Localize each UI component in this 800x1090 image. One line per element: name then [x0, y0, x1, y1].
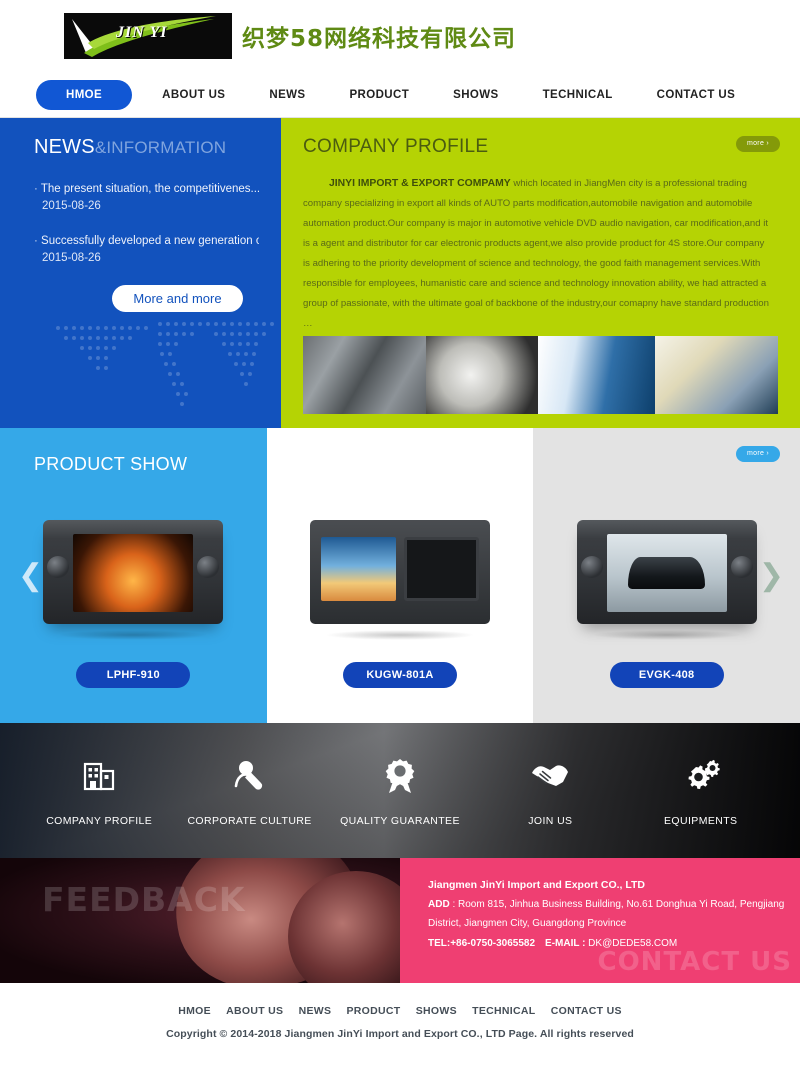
news-item-date: 2015-08-26: [42, 252, 101, 264]
news-heading-sub: &INFORMATION: [94, 138, 227, 157]
news-list-item[interactable]: The present situation, the competitivene…: [34, 181, 259, 215]
contact-address-value: : Room 815, Jinhua Business Building, No…: [428, 899, 785, 929]
nav-item-hmoe[interactable]: HMOE: [36, 79, 133, 110]
contact-tel-value[interactable]: TEL:+86-0750-3065582: [428, 938, 535, 949]
footer-nav-shows[interactable]: SHOWS: [416, 1005, 457, 1017]
dvd-screen: [606, 534, 727, 612]
footer-nav-news[interactable]: NEWS: [299, 1005, 332, 1017]
footer-copyright: Copyright © 2014-2018 Jiangmen JinYi Imp…: [166, 1028, 634, 1040]
dvd-knob-right: [730, 556, 753, 578]
news-item-date: 2015-08-26: [42, 200, 101, 212]
news-panel: NEWS&INFORMATION The present situation, …: [0, 118, 281, 428]
logo-mark-text: JIN YI: [116, 24, 168, 41]
product-shadow: [58, 630, 209, 640]
feature-label: QUALITY GUARANTEE: [340, 814, 460, 827]
news-list: The present situation, the competitivene…: [34, 181, 259, 267]
microphone-icon: [232, 755, 268, 797]
news-and-profile-row: NEWS&INFORMATION The present situation, …: [0, 118, 800, 428]
company-profile-more-button[interactable]: more ›: [736, 136, 780, 152]
contact-address-label: ADD: [428, 899, 450, 910]
nav-item-about-us[interactable]: ABOUT US: [140, 80, 247, 110]
feature-equipments[interactable]: EQUIPMENTS: [631, 755, 771, 827]
footer-nav-product[interactable]: PRODUCT: [347, 1005, 401, 1017]
product-name-button-3[interactable]: EVGK-408: [609, 662, 724, 688]
product-image-2[interactable]: [310, 520, 490, 624]
carousel-prev-arrow-icon[interactable]: ❮: [18, 560, 43, 591]
dvd-screen: [73, 534, 194, 612]
company-profile-panel: COMPANY PROFILE more › JINYI IMPORT & EX…: [281, 118, 800, 428]
product-image-1[interactable]: [43, 520, 224, 624]
footer-nav-about-us[interactable]: ABOUT US: [226, 1005, 283, 1017]
nav-item-product[interactable]: PRODUCT: [327, 80, 431, 110]
feature-join-us[interactable]: JOIN US: [480, 755, 620, 827]
product-shadow: [325, 630, 475, 640]
feature-label: COMPANY PROFILE: [46, 814, 153, 827]
feature-links-row: COMPANY PROFILE CORPORATE CULTURE QUALIT…: [0, 723, 800, 858]
award-ribbon-icon: [383, 755, 417, 797]
contact-tel-email: TEL:+86-0750-3065582 E-MAIL : DK@DEDE58.C…: [428, 934, 800, 953]
product-image-3[interactable]: [576, 520, 757, 624]
logo-mark-icon: JIN YI: [64, 13, 232, 59]
nav-item-contact-us[interactable]: CONTACT US: [635, 80, 758, 110]
dvd-dash-cutout: [403, 536, 480, 602]
auto-parts-image: [303, 336, 427, 414]
feature-quality-guarantee[interactable]: QUALITY GUARANTEE: [330, 755, 470, 827]
product-show-heading: PRODUCT SHOW: [34, 454, 188, 474]
contact-email-label: E-MAIL :: [545, 938, 586, 949]
handshake-icon: [530, 755, 570, 797]
company-profile-body: which located in JiangMen city is a prof…: [303, 178, 769, 329]
feature-label: EQUIPMENTS: [664, 814, 738, 827]
gps-navigation-image: [654, 336, 778, 414]
contact-address: ADD : Room 815, Jinhua Business Building…: [428, 895, 800, 933]
news-item-title[interactable]: The present situation, the competitivene…: [34, 181, 259, 198]
news-list-item[interactable]: Successfully developed a new generation …: [34, 233, 259, 267]
dvd-knob-left: [580, 556, 603, 578]
product-show-row: PRODUCT SHOW ❮ LPHF-910 KUGW-801A more ›…: [0, 428, 800, 723]
carousel-next-arrow-icon[interactable]: ❯: [759, 560, 784, 591]
feature-label: JOIN US: [528, 814, 573, 827]
company-profile-image-strip: [303, 336, 778, 414]
company-profile-text: JINYI IMPORT & EXPORT COMPAMY which loca…: [303, 174, 778, 334]
dvd-screen: [320, 536, 397, 602]
product-show-more-button[interactable]: more ›: [736, 446, 781, 462]
product-shadow: [591, 630, 742, 640]
gears-icon: [682, 755, 720, 797]
footer-nav: HMOE ABOUT US NEWS PRODUCT SHOWS TECHNIC…: [0, 1005, 800, 1017]
logo[interactable]: JIN YI 织梦58网络科技有限公司: [64, 13, 516, 59]
footer-nav-contact-us[interactable]: CONTACT US: [551, 1005, 622, 1017]
nav-item-news[interactable]: NEWS: [247, 80, 327, 110]
company-profile-heading: COMPANY PROFILE: [303, 136, 489, 157]
main-nav: HMOE ABOUT US NEWS PRODUCT SHOWS TECHNIC…: [0, 72, 800, 118]
footer-nav-technical[interactable]: TECHNICAL: [472, 1005, 535, 1017]
news-more-button[interactable]: More and more: [112, 285, 243, 312]
contact-company-name: Jiangmen JinYi Import and Export CO., LT…: [428, 879, 646, 891]
feature-corporate-culture[interactable]: CORPORATE CULTURE: [180, 755, 320, 827]
product-card-3: more › ❯ EVGK-408: [533, 428, 800, 723]
feedback-panel[interactable]: FEEDBACK: [0, 858, 400, 983]
product-name-button-2[interactable]: KUGW-801A: [343, 662, 457, 688]
feature-label: CORPORATE CULTURE: [187, 814, 312, 827]
news-item-title[interactable]: Successfully developed a new generation …: [34, 233, 259, 250]
tech-blue-image: [537, 336, 655, 414]
car-wheel-image: [426, 336, 538, 414]
building-icon: [82, 755, 116, 797]
car-photo: [628, 557, 706, 589]
nav-item-technical[interactable]: TECHNICAL: [521, 80, 635, 110]
site-header: JIN YI 织梦58网络科技有限公司: [0, 0, 800, 72]
contact-email-value[interactable]: DK@DEDE58.COM: [585, 938, 677, 949]
news-heading-main: NEWS: [34, 136, 95, 158]
contact-panel: CONTACT US Jiangmen JinYi Import and Exp…: [400, 858, 800, 983]
feedback-contact-row: FEEDBACK CONTACT US Jiangmen JinYi Impor…: [0, 858, 800, 983]
nav-item-shows[interactable]: SHOWS: [431, 80, 520, 110]
site-footer: HMOE ABOUT US NEWS PRODUCT SHOWS TECHNIC…: [0, 983, 800, 1073]
feedback-watermark: FEEDBACK: [42, 880, 246, 919]
news-heading: NEWS&INFORMATION: [34, 136, 259, 159]
product-name-button-1[interactable]: LPHF-910: [76, 662, 191, 688]
logo-company-name: 织梦58网络科技有限公司: [242, 26, 517, 52]
feature-company-profile[interactable]: COMPANY PROFILE: [29, 755, 169, 827]
footer-nav-hmoe[interactable]: HMOE: [178, 1005, 211, 1017]
product-card-1: PRODUCT SHOW ❮ LPHF-910: [0, 428, 267, 723]
product-card-2: KUGW-801A: [266, 428, 534, 723]
company-profile-lead: JINYI IMPORT & EXPORT COMPAMY: [329, 178, 511, 189]
